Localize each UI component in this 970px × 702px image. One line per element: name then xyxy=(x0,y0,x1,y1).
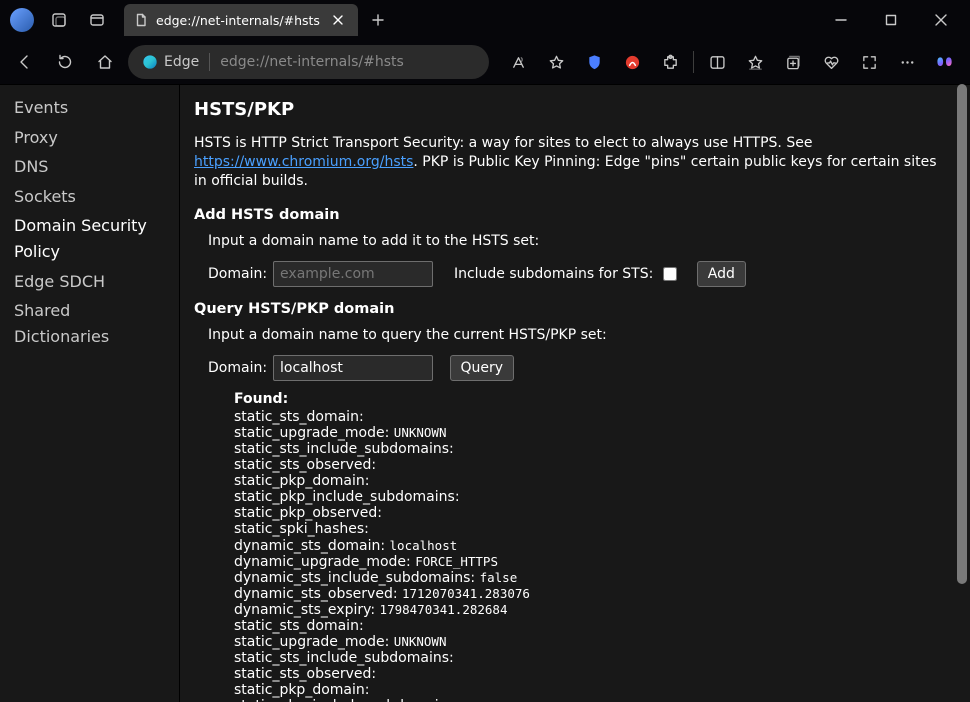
extensions-icon[interactable] xyxy=(653,45,687,79)
url-text: edge://net-internals/#hsts xyxy=(220,54,404,70)
refresh-button[interactable] xyxy=(48,45,82,79)
result-line: static_upgrade_mode: UNKNOWN xyxy=(234,634,944,650)
sidebar-item-sockets[interactable]: Sockets xyxy=(0,182,179,212)
add-hint: Input a domain name to add it to the HST… xyxy=(208,233,944,249)
result-line: static_sts_include_subdomains: xyxy=(234,650,944,666)
result-line: dynamic_sts_expiry: 1798470341.282684 xyxy=(234,602,944,618)
result-line: dynamic_upgrade_mode: FORCE_HTTPS xyxy=(234,554,944,570)
workspaces-icon[interactable] xyxy=(42,3,76,37)
add-domain-label: Domain: xyxy=(208,266,267,282)
sidebar-item-domain-security-policy[interactable]: Domain Security Policy xyxy=(0,211,179,266)
adblock-extension-icon[interactable] xyxy=(615,45,649,79)
page-icon xyxy=(134,13,148,27)
copilot-icon[interactable] xyxy=(928,45,962,79)
profile-avatar[interactable] xyxy=(10,8,34,32)
include-subdomains-checkbox[interactable] xyxy=(663,267,677,281)
result-line: static_pkp_observed: xyxy=(234,505,944,521)
read-aloud-icon[interactable] xyxy=(501,45,535,79)
result-line: static_upgrade_mode: UNKNOWN xyxy=(234,425,944,441)
toolbar-divider xyxy=(693,51,694,73)
toolbar-right xyxy=(495,45,962,79)
result-line: dynamic_sts_include_subdomains: false xyxy=(234,570,944,586)
tab-close-button[interactable] xyxy=(328,10,348,30)
window-minimize-button[interactable] xyxy=(818,3,864,37)
sidebar-item-dns[interactable]: DNS xyxy=(0,152,179,182)
screenshot-icon[interactable] xyxy=(852,45,886,79)
page-title: HSTS/PKP xyxy=(194,99,944,120)
browser-tab[interactable]: edge://net-internals/#hsts xyxy=(124,4,358,36)
site-identity[interactable]: Edge xyxy=(142,54,199,70)
sidebar-item-events[interactable]: Events xyxy=(0,93,179,123)
add-button[interactable]: Add xyxy=(697,261,746,287)
browser-toolbar: Edge edge://net-internals/#hsts xyxy=(0,40,970,84)
home-button[interactable] xyxy=(88,45,122,79)
scrollbar-thumb[interactable] xyxy=(957,84,967,584)
intro-text: HSTS is HTTP Strict Transport Security: … xyxy=(194,134,944,191)
favorites-icon[interactable] xyxy=(539,45,573,79)
tabstrip: edge://net-internals/#hsts xyxy=(124,4,392,36)
back-button[interactable] xyxy=(8,45,42,79)
addr-divider xyxy=(209,53,210,71)
address-bar[interactable]: Edge edge://net-internals/#hsts xyxy=(128,45,489,79)
query-hint: Input a domain name to query the current… xyxy=(208,327,944,343)
more-menu-button[interactable] xyxy=(890,45,924,79)
add-domain-input[interactable] xyxy=(273,261,433,287)
include-subdomains-label: Include subdomains for STS: xyxy=(454,266,653,282)
main-panel: HSTS/PKP HSTS is HTTP Strict Transport S… xyxy=(180,85,970,702)
query-section-heading: Query HSTS/PKP domain xyxy=(194,301,944,317)
chromium-hsts-link[interactable]: https://www.chromium.org/hsts xyxy=(194,154,413,170)
result-line: static_sts_observed: xyxy=(234,457,944,473)
titlebar: edge://net-internals/#hsts xyxy=(0,0,970,40)
query-domain-input[interactable] xyxy=(273,355,433,381)
tab-actions-icon[interactable] xyxy=(80,3,114,37)
favorites-bar-icon[interactable] xyxy=(738,45,772,79)
add-form-row: Domain: Include subdomains for STS: Add xyxy=(208,261,944,287)
page-content: EventsProxyDNSSocketsDomain Security Pol… xyxy=(0,84,970,702)
result-line: dynamic_sts_observed: 1712070341.283076 xyxy=(234,586,944,602)
found-label: Found: xyxy=(234,391,944,407)
result-line: static_sts_domain: xyxy=(234,409,944,425)
sidebar: EventsProxyDNSSocketsDomain Security Pol… xyxy=(0,85,180,702)
result-line: static_spki_hashes: xyxy=(234,521,944,537)
sidebar-item-proxy[interactable]: Proxy xyxy=(0,123,179,153)
split-screen-icon[interactable] xyxy=(700,45,734,79)
query-domain-label: Domain: xyxy=(208,360,267,376)
brand-label: Edge xyxy=(164,54,199,70)
result-line: static_pkp_include_subdomains: xyxy=(234,698,944,702)
sidebar-item-edge-sdch[interactable]: Edge SDCH xyxy=(0,267,179,297)
sidebar-item-shared-dictionaries[interactable]: Shared Dictionaries xyxy=(0,296,179,351)
intro-pre: HSTS is HTTP Strict Transport Security: … xyxy=(194,135,812,151)
window-close-button[interactable] xyxy=(918,3,964,37)
health-icon[interactable] xyxy=(814,45,848,79)
result-line: static_sts_observed: xyxy=(234,666,944,682)
query-results: Found: static_sts_domain:static_upgrade_… xyxy=(234,391,944,702)
window-maximize-button[interactable] xyxy=(868,3,914,37)
new-tab-button[interactable] xyxy=(364,6,392,34)
tab-title: edge://net-internals/#hsts xyxy=(156,13,320,28)
result-line: static_pkp_domain: xyxy=(234,682,944,698)
collections-icon[interactable] xyxy=(776,45,810,79)
scrollbar-track[interactable] xyxy=(955,84,969,694)
result-line: dynamic_sts_domain: localhost xyxy=(234,538,944,554)
query-form-row: Domain: Query xyxy=(208,355,944,381)
result-line: static_sts_include_subdomains: xyxy=(234,441,944,457)
shield-extension-icon[interactable] xyxy=(577,45,611,79)
query-button[interactable]: Query xyxy=(450,355,515,381)
result-line: static_sts_domain: xyxy=(234,618,944,634)
add-section-heading: Add HSTS domain xyxy=(194,207,944,223)
result-line: static_pkp_include_subdomains: xyxy=(234,489,944,505)
result-line: static_pkp_domain: xyxy=(234,473,944,489)
